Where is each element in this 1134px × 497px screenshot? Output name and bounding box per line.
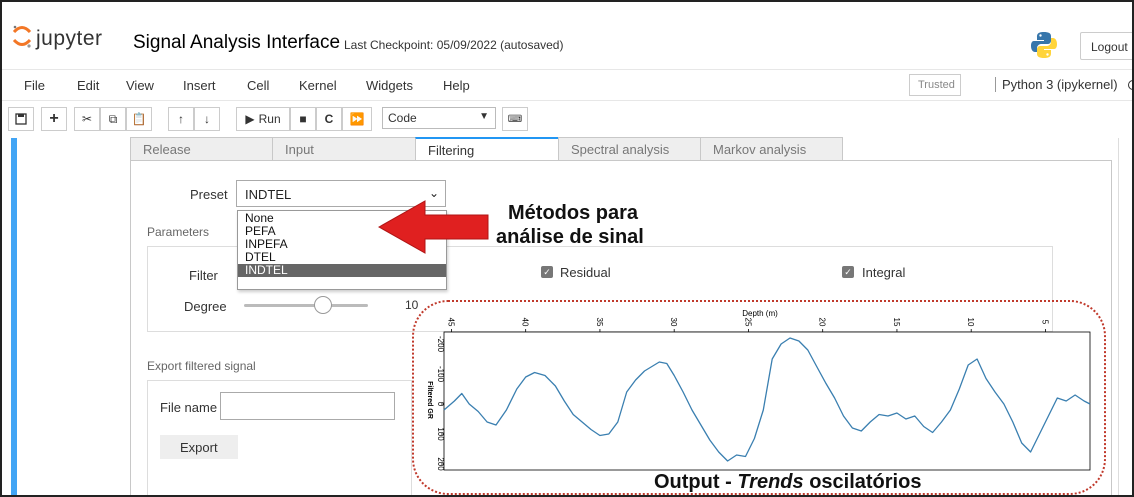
- annotation-output-suffix: oscilatórios: [803, 471, 922, 493]
- residual-checkbox[interactable]: ✓: [541, 266, 553, 278]
- file-name-input[interactable]: [220, 392, 395, 420]
- play-icon: ▶: [245, 112, 255, 126]
- integral-checkbox[interactable]: ✓: [842, 266, 854, 278]
- parameters-label: Parameters: [147, 225, 210, 239]
- chevron-down-icon: ▼: [479, 111, 489, 122]
- restart-icon: C: [324, 112, 334, 126]
- save-icon: [15, 113, 27, 125]
- restart-run-all-button[interactable]: ⏩: [342, 107, 372, 131]
- menu-file[interactable]: File: [24, 78, 45, 93]
- keyboard-icon: ⌨: [507, 113, 523, 125]
- command-palette-button[interactable]: ⌨: [502, 107, 528, 131]
- run-label: Run: [258, 112, 281, 126]
- selected-cell-indicator: [11, 138, 17, 495]
- move-down-button[interactable]: ↓: [194, 107, 220, 131]
- annotation-output: Output - Trends oscilatórios: [654, 471, 921, 494]
- trusted-indicator[interactable]: Trusted: [909, 74, 961, 96]
- residual-label: Residual: [560, 265, 611, 280]
- tab-release[interactable]: Release: [130, 137, 273, 161]
- export-button[interactable]: Export: [160, 435, 238, 459]
- menu-cell[interactable]: Cell: [247, 78, 269, 93]
- move-up-button[interactable]: ↑: [168, 107, 194, 131]
- annotation-methods-line1: Métodos para: [508, 202, 639, 224]
- scissors-icon: ✂: [81, 112, 93, 126]
- fast-forward-icon: ⏩: [349, 112, 365, 126]
- notebook-window: jupyter Signal Analysis Interface Last C…: [0, 0, 1134, 497]
- jupyter-logo-text[interactable]: jupyter: [36, 27, 103, 51]
- checkpoint-status: Last Checkpoint: 05/09/2022 (autosaved): [344, 38, 564, 52]
- copy-icon: ⧉: [108, 111, 118, 126]
- kernel-status-icon: [1128, 80, 1132, 90]
- cell-type-value: Code: [388, 111, 417, 125]
- toolbar: + ✂ ⧉ 📋 ↑ ↓ ▶ Run ■ C ⏩ ⌨: [2, 104, 1132, 134]
- menubar: File Edit View Insert Cell Kernel Widget…: [2, 69, 1132, 101]
- interrupt-button[interactable]: ■: [290, 107, 316, 131]
- python-logo-icon: [1031, 32, 1057, 58]
- copy-button[interactable]: ⧉: [100, 107, 126, 131]
- tab-input[interactable]: Input: [272, 137, 416, 161]
- tab-markov-analysis[interactable]: Markov analysis: [700, 137, 843, 161]
- menu-insert[interactable]: Insert: [183, 78, 216, 93]
- plus-icon: +: [49, 110, 59, 127]
- cell-border: [1118, 138, 1119, 495]
- preset-label: Preset: [190, 187, 228, 202]
- degree-slider-track[interactable]: [244, 304, 368, 307]
- jupyter-logo-icon: [12, 25, 32, 48]
- output-highlight-oval: [412, 300, 1106, 495]
- menu-edit[interactable]: Edit: [77, 78, 99, 93]
- degree-slider-handle[interactable]: [314, 296, 332, 314]
- clipboard-icon: 📋: [131, 112, 147, 126]
- logout-button[interactable]: Logout: [1080, 32, 1132, 60]
- kernel-name[interactable]: Python 3 (ipykernel): [995, 77, 1118, 92]
- integral-label: Integral: [862, 265, 906, 280]
- annotation-methods-line2: análise de sinal: [496, 226, 644, 248]
- annotation-output-italic: Trends: [737, 471, 804, 493]
- annotation-arrow-icon: [377, 200, 489, 254]
- preset-value: INDTEL: [245, 187, 292, 202]
- notebook-title[interactable]: Signal Analysis Interface: [133, 32, 340, 54]
- insert-cell-button[interactable]: +: [41, 107, 67, 131]
- menu-kernel[interactable]: Kernel: [299, 78, 337, 93]
- tab-spectral-analysis[interactable]: Spectral analysis: [558, 137, 702, 161]
- arrow-down-icon: ↓: [204, 112, 210, 126]
- chevron-down-icon: ⌄: [428, 186, 439, 200]
- cell-type-select[interactable]: Code ▼: [382, 107, 496, 129]
- paste-button[interactable]: 📋: [126, 107, 152, 131]
- export-section-label: Export filtered signal: [147, 359, 256, 373]
- stop-icon: ■: [299, 112, 307, 126]
- menu-help[interactable]: Help: [443, 78, 470, 93]
- arrow-up-icon: ↑: [178, 112, 184, 126]
- run-button[interactable]: ▶ Run: [236, 107, 290, 131]
- preset-option-indtel[interactable]: INDTEL: [238, 264, 446, 277]
- annotation-output-prefix: Output -: [654, 471, 738, 493]
- file-name-label: File name: [160, 400, 218, 415]
- header: jupyter Signal Analysis Interface Last C…: [2, 2, 1132, 66]
- menu-view[interactable]: View: [126, 78, 154, 93]
- menu-widgets[interactable]: Widgets: [366, 78, 413, 93]
- filter-label: Filter: [189, 268, 218, 283]
- degree-label: Degree: [184, 299, 227, 314]
- restart-button[interactable]: C: [316, 107, 342, 131]
- cut-button[interactable]: ✂: [74, 107, 100, 131]
- save-button[interactable]: [8, 107, 34, 131]
- tab-filtering[interactable]: Filtering: [415, 137, 559, 161]
